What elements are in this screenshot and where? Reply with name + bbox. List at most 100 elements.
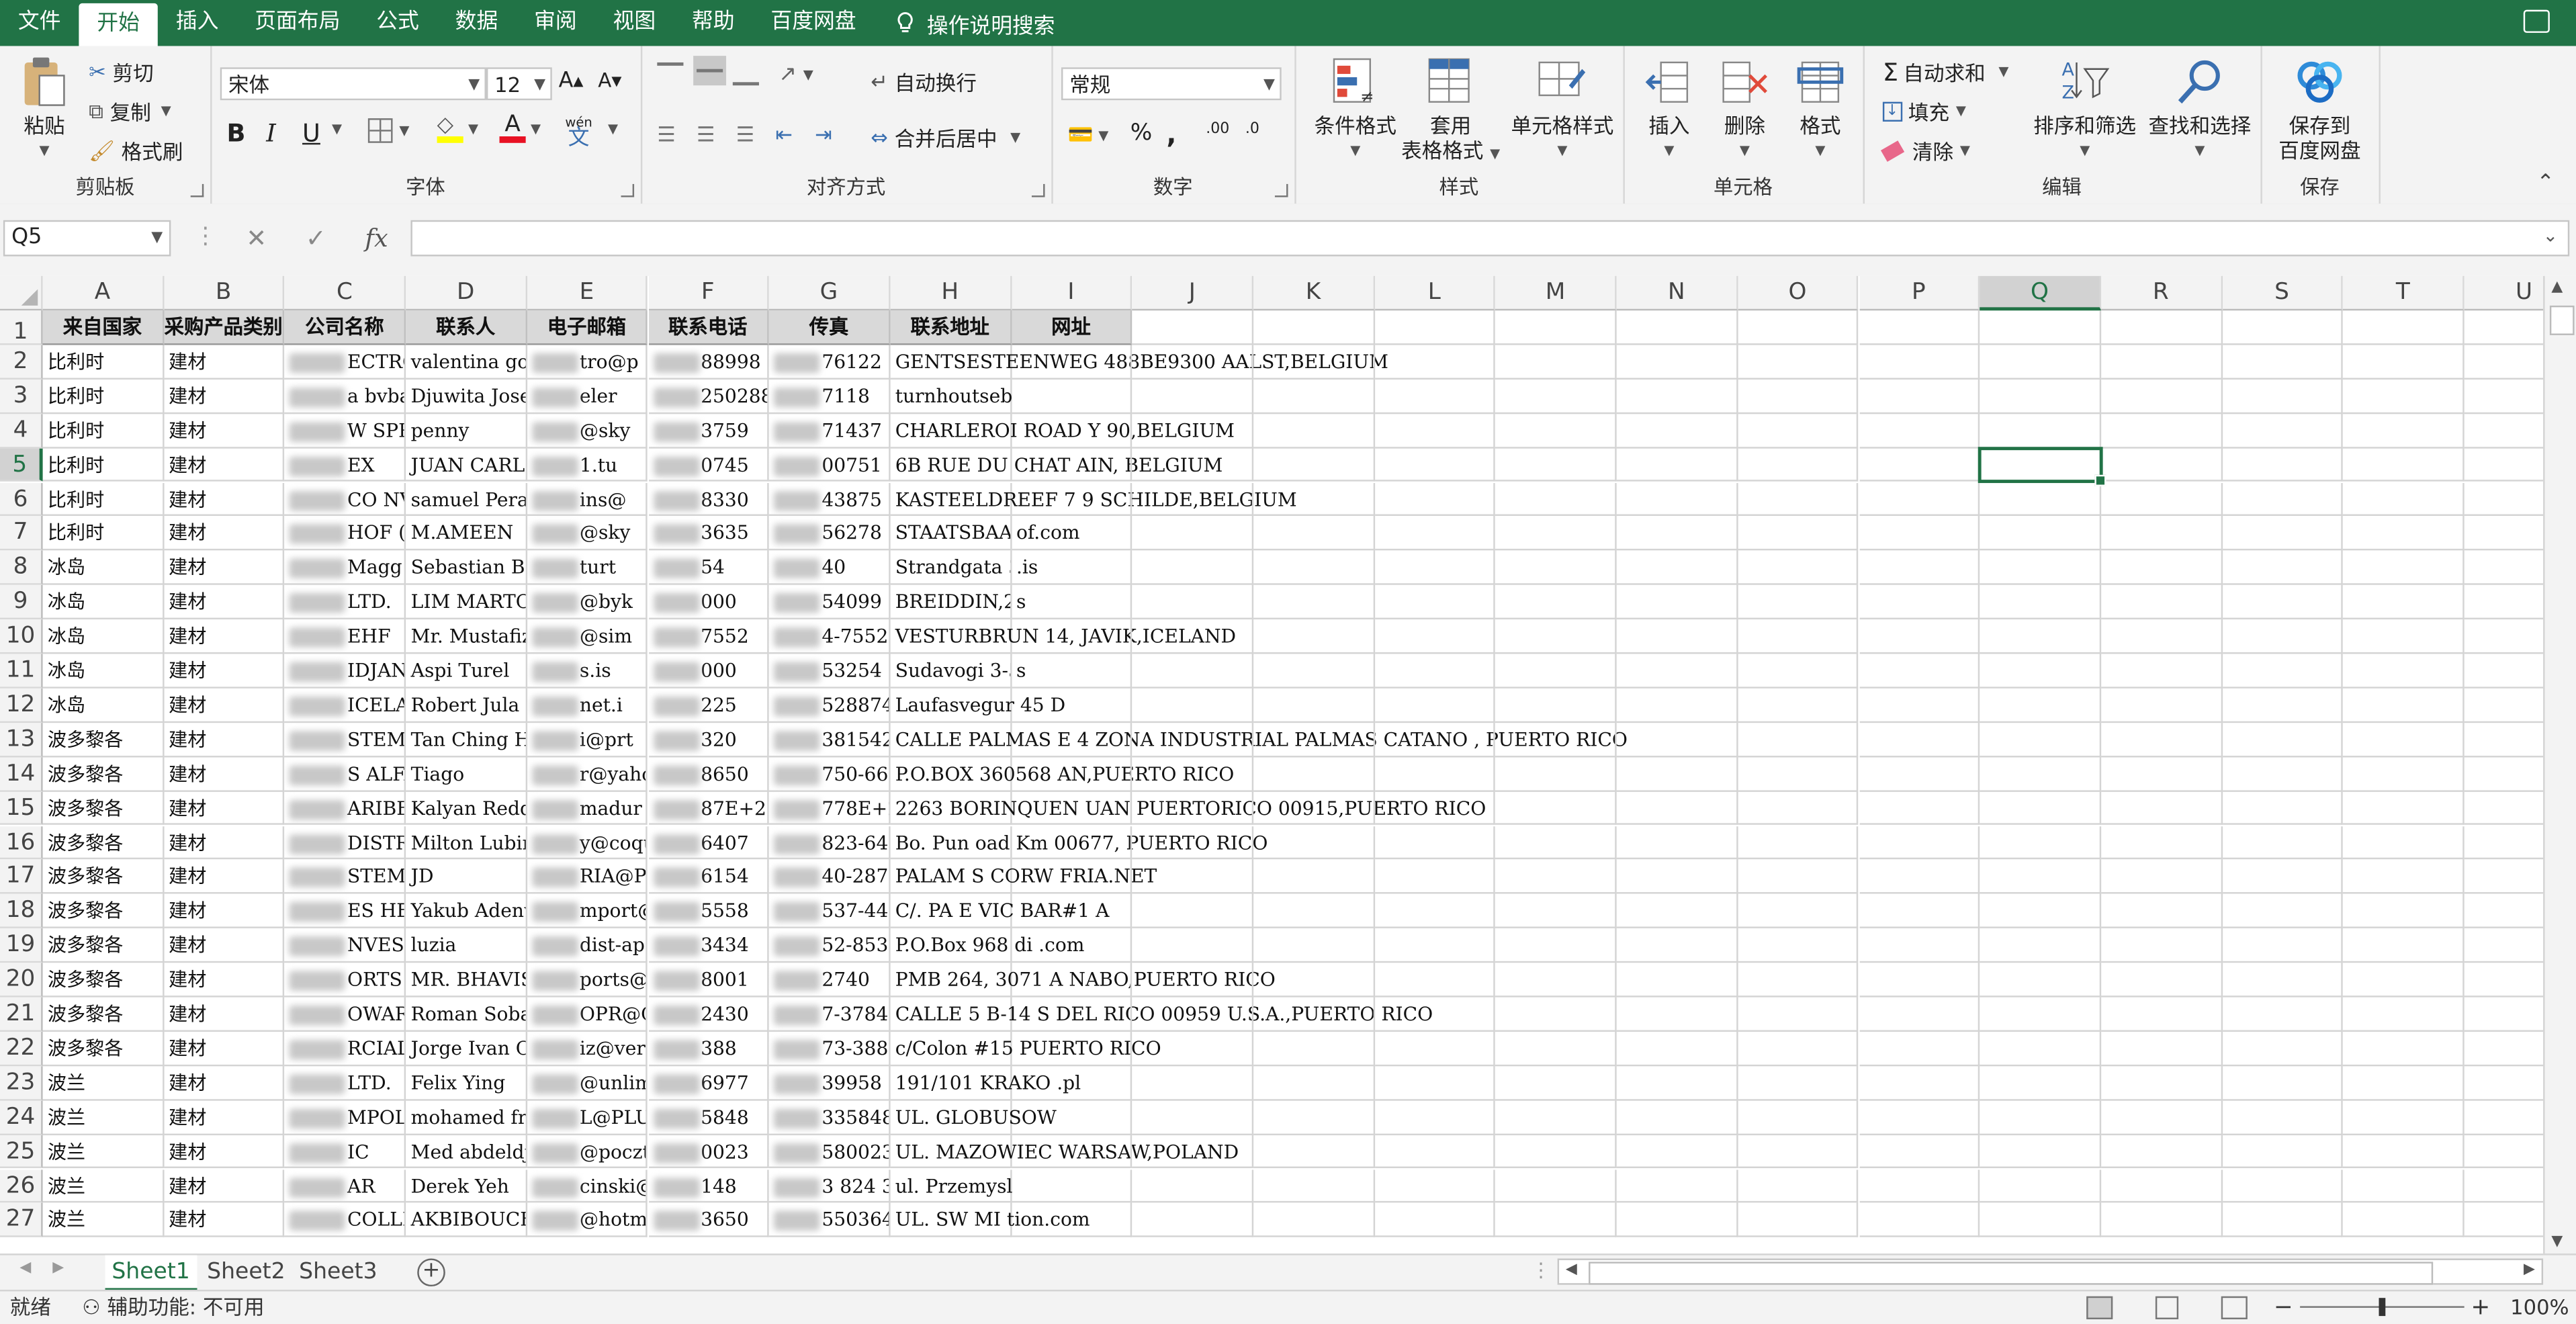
row-header-8[interactable]: 8 xyxy=(0,551,43,586)
tab-scroll-right-icon[interactable]: ▶ xyxy=(52,1260,64,1276)
empty-cell[interactable] xyxy=(1980,379,2101,414)
empty-cell[interactable] xyxy=(1495,963,1617,998)
empty-cell[interactable] xyxy=(1980,722,2101,757)
empty-cell[interactable] xyxy=(1495,997,1617,1032)
data-cell[interactable]: LTD. xyxy=(285,1065,406,1100)
data-cell[interactable]: OPR@COQU xyxy=(527,997,648,1032)
empty-cell[interactable] xyxy=(1495,482,1617,517)
data-cell[interactable]: 建材 xyxy=(163,997,285,1032)
empty-cell[interactable] xyxy=(2343,551,2464,586)
comments-icon[interactable] xyxy=(2523,9,2550,33)
data-cell[interactable]: 建材 xyxy=(163,860,285,895)
empty-cell[interactable] xyxy=(1374,1203,1496,1238)
empty-cell[interactable] xyxy=(1495,756,1617,791)
empty-cell[interactable] xyxy=(1616,826,1738,860)
empty-cell[interactable] xyxy=(1980,688,2101,723)
data-cell[interactable]: Laufasvegur 45 D xyxy=(890,688,1065,723)
empty-cell[interactable] xyxy=(2100,551,2223,586)
empty-cell[interactable] xyxy=(2343,379,2464,414)
empty-cell[interactable] xyxy=(1616,1203,1738,1238)
data-cell[interactable]: @sim xyxy=(527,619,648,654)
format-cells-button[interactable]: 格式 ▼ xyxy=(1784,56,1857,163)
empty-cell[interactable] xyxy=(1374,654,1496,689)
column-header-S[interactable]: S xyxy=(2222,275,2344,311)
data-cell[interactable]: 2263 BORINQUEN UAN PUERTORICO 00915,PUER… xyxy=(890,791,1486,826)
empty-cell[interactable] xyxy=(1253,551,1375,586)
empty-cell[interactable] xyxy=(1738,1065,1859,1100)
data-cell[interactable]: 00751 xyxy=(769,447,891,482)
data-cell[interactable]: a bvba xyxy=(285,379,406,414)
data-cell[interactable]: Yakub Adenwa xyxy=(406,894,527,929)
empty-cell[interactable] xyxy=(1374,1065,1496,1100)
data-cell[interactable]: 建材 xyxy=(163,1135,285,1169)
empty-cell[interactable] xyxy=(1859,1135,1980,1169)
data-cell[interactable]: Felix Ying xyxy=(406,1065,527,1100)
data-cell[interactable]: Med abdeldja xyxy=(406,1135,527,1169)
menu-tab-0[interactable]: 文件 xyxy=(0,0,79,46)
empty-cell[interactable] xyxy=(1253,413,1375,448)
phonetic-dropdown-icon[interactable]: ▼ xyxy=(608,122,618,136)
empty-cell[interactable] xyxy=(1738,1203,1859,1238)
empty-cell[interactable] xyxy=(1616,619,1738,654)
empty-cell[interactable] xyxy=(1495,1135,1617,1169)
empty-cell[interactable] xyxy=(1859,963,1980,998)
tab-scroll-left-icon[interactable]: ◀ xyxy=(19,1260,31,1276)
empty-cell[interactable] xyxy=(1616,688,1738,723)
underline-button[interactable]: U xyxy=(302,118,320,148)
header-cell[interactable]: 公司名称 xyxy=(285,310,406,345)
data-cell[interactable]: 建材 xyxy=(163,894,285,929)
empty-cell[interactable] xyxy=(1859,928,1980,963)
column-header-C[interactable]: C xyxy=(285,275,406,311)
empty-cell[interactable] xyxy=(1859,310,1980,345)
empty-cell[interactable] xyxy=(2100,1031,2223,1066)
data-cell[interactable]: 40-2873 xyxy=(769,860,891,895)
empty-cell[interactable] xyxy=(1495,447,1617,482)
data-cell[interactable]: 381542 xyxy=(769,722,891,757)
empty-cell[interactable] xyxy=(1253,1065,1375,1100)
empty-cell[interactable] xyxy=(1738,482,1859,517)
add-sheet-icon[interactable]: + xyxy=(417,1258,445,1287)
data-cell[interactable]: madur xyxy=(527,791,648,826)
data-cell[interactable] xyxy=(1011,860,1132,895)
scroll-right-icon[interactable]: ▶ xyxy=(2524,1262,2535,1278)
empty-cell[interactable] xyxy=(2100,894,2223,929)
empty-cell[interactable] xyxy=(2343,413,2464,448)
empty-cell[interactable] xyxy=(1374,1031,1496,1066)
data-cell[interactable] xyxy=(1011,894,1132,929)
data-cell[interactable]: 3 824 3 xyxy=(769,1169,891,1204)
data-cell[interactable]: @sky xyxy=(527,413,648,448)
data-cell[interactable] xyxy=(1011,963,1132,998)
format-painter-button[interactable]: 🖌 格式刷 xyxy=(89,135,183,166)
number-format-select[interactable]: 常规 ▼ xyxy=(1061,67,1282,101)
empty-cell[interactable] xyxy=(2100,345,2223,380)
data-cell[interactable]: CO NV xyxy=(285,482,406,517)
empty-cell[interactable] xyxy=(1738,516,1859,551)
row-header-6[interactable]: 6 xyxy=(0,482,43,517)
empty-cell[interactable] xyxy=(1980,654,2101,689)
empty-cell[interactable] xyxy=(2222,310,2344,345)
clear-button[interactable]: 清除 ▼ xyxy=(1880,135,1970,166)
data-cell[interactable]: 冰岛 xyxy=(42,654,164,689)
empty-cell[interactable] xyxy=(1738,1100,1859,1135)
empty-cell[interactable] xyxy=(1374,516,1496,551)
data-cell[interactable]: s xyxy=(1011,585,1132,620)
align-bottom-button[interactable] xyxy=(732,62,759,86)
empty-cell[interactable] xyxy=(1374,551,1496,586)
data-cell[interactable]: ins@ xyxy=(527,482,648,517)
row-header-4[interactable]: 4 xyxy=(0,413,43,448)
data-cell[interactable]: 6154 xyxy=(648,860,770,895)
sort-filter-button[interactable]: AZ 排序和筛选 ▼ xyxy=(2031,56,2139,163)
row-header-13[interactable]: 13 xyxy=(0,722,43,757)
empty-cell[interactable] xyxy=(1253,447,1375,482)
data-cell[interactable]: GENTSESTEENWEG 488BE9300 AALST,BELGIUM xyxy=(890,345,1388,380)
empty-cell[interactable] xyxy=(1738,860,1859,895)
empty-cell[interactable] xyxy=(1616,1065,1738,1100)
empty-cell[interactable] xyxy=(1738,619,1859,654)
empty-cell[interactable] xyxy=(1616,722,1738,757)
empty-cell[interactable] xyxy=(1495,379,1617,414)
empty-cell[interactable] xyxy=(2222,791,2344,826)
empty-cell[interactable] xyxy=(1980,928,2101,963)
column-header-F[interactable]: F xyxy=(648,275,770,311)
data-cell[interactable]: 建材 xyxy=(163,963,285,998)
zoom-slider-thumb[interactable] xyxy=(2379,1298,2386,1317)
